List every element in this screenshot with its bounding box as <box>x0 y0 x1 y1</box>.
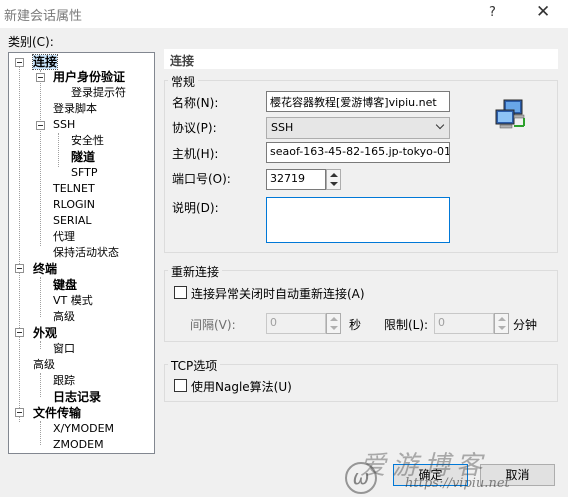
auto-reconnect-label[interactable]: 连接异常关闭时自动重新连接(A) <box>191 285 365 302</box>
tree-line <box>40 70 41 246</box>
tree-item-sftp[interactable]: SFTP <box>71 166 97 180</box>
tree-item-advanced[interactable]: 高级 <box>33 358 55 372</box>
interval-label: 间隔(V): <box>190 318 236 332</box>
tree-line <box>19 62 20 422</box>
name-field[interactable]: 樱花容器教程[爱游博客]vipiu.net <box>266 91 450 112</box>
tree-item-keyboard[interactable]: 键盘 <box>53 278 77 292</box>
port-label: 端口号(O): <box>172 172 231 186</box>
host-field[interactable]: seaof-163-45-82-165.jp-tokyo-01.ar <box>266 142 450 163</box>
collapse-icon[interactable] <box>36 73 45 82</box>
help-button[interactable]: ? <box>489 5 496 20</box>
host-label: 主机(H): <box>172 147 219 161</box>
category-label: 类别(C): <box>8 35 54 49</box>
tree-item-appearance[interactable]: 外观 <box>33 326 57 340</box>
tree-item-keepalive[interactable]: 保持活动状态 <box>53 246 119 260</box>
title-bar: 新建会话属性 ? ✕ <box>0 0 568 28</box>
tree-item-logging[interactable]: 日志记录 <box>53 390 101 404</box>
tree-line <box>40 341 41 349</box>
category-tree[interactable]: 连接 用户身份验证 登录提示符 登录脚本 SSH 安全性 隧道 SFTP TEL… <box>8 52 155 454</box>
nagle-checkbox[interactable] <box>174 379 187 392</box>
limit-field[interactable]: 0 <box>434 313 494 334</box>
interval-field[interactable]: 0 <box>266 313 326 334</box>
tree-item-vt-mode[interactable]: VT 模式 <box>53 294 93 308</box>
close-button[interactable]: ✕ <box>536 2 550 22</box>
tree-item-proxy[interactable]: 代理 <box>53 230 75 244</box>
protocol-label: 协议(P): <box>172 121 217 135</box>
collapse-icon[interactable] <box>15 58 24 67</box>
collapse-icon[interactable] <box>15 328 24 337</box>
tree-item-user-auth[interactable]: 用户身份验证 <box>53 70 125 84</box>
watermark-logo: ω <box>345 462 377 494</box>
collapse-icon[interactable] <box>36 121 45 130</box>
tree-item-xymodem[interactable]: X/YMODEM <box>53 422 114 436</box>
minutes-unit: 分钟 <box>513 318 538 332</box>
tree-item-security[interactable]: 安全性 <box>71 134 104 148</box>
spin-up-icon <box>498 317 506 321</box>
tree-line <box>58 133 59 167</box>
name-label: 名称(N): <box>172 96 219 110</box>
tree-item-login-script[interactable]: 登录脚本 <box>53 102 97 116</box>
collapse-icon[interactable] <box>15 264 24 273</box>
collapse-icon[interactable] <box>15 408 24 417</box>
tree-item-telnet[interactable]: TELNET <box>53 182 95 196</box>
tree-line <box>40 277 41 317</box>
tree-item-login-prompt[interactable]: 登录提示符 <box>71 86 126 100</box>
tree-line <box>40 421 41 445</box>
interval-spinner[interactable] <box>326 313 341 334</box>
port-field[interactable]: 32719 <box>266 169 326 190</box>
seconds-unit: 秒 <box>349 318 362 332</box>
limit-spinner[interactable] <box>494 313 509 334</box>
spin-down-icon <box>330 182 338 186</box>
tree-item-terminal[interactable]: 终端 <box>33 262 57 276</box>
tree-item-zmodem[interactable]: ZMODEM <box>53 438 104 452</box>
tree-item-tunnel[interactable]: 隧道 <box>71 150 95 164</box>
tree-item-window[interactable]: 窗口 <box>53 342 75 356</box>
description-field[interactable] <box>266 197 450 243</box>
network-computers-icon <box>495 99 525 129</box>
general-group-title: 常规 <box>168 73 199 90</box>
spin-up-icon <box>330 317 338 321</box>
tree-item-rlogin[interactable]: RLOGIN <box>53 198 95 212</box>
description-label: 说明(D): <box>172 201 219 215</box>
tree-item-file-transfer[interactable]: 文件传输 <box>33 406 81 420</box>
tree-line <box>40 373 41 397</box>
spin-down-icon <box>330 326 338 330</box>
protocol-select-value: SSH <box>271 121 294 134</box>
tcp-group-title: TCP选项 <box>168 357 221 374</box>
chevron-down-icon <box>435 120 445 130</box>
spin-down-icon <box>498 326 506 330</box>
tree-item-trace[interactable]: 跟踪 <box>53 374 75 388</box>
tree-item-ssh[interactable]: SSH <box>53 118 75 132</box>
panel-header: 连接 <box>164 49 558 69</box>
watermark-url: https://vipiu.net <box>405 476 510 491</box>
window-title: 新建会话属性 <box>4 9 83 24</box>
port-spinner[interactable] <box>326 169 341 190</box>
tree-item-connection[interactable]: 连接 <box>31 54 59 70</box>
auto-reconnect-checkbox[interactable] <box>174 286 187 299</box>
tree-item-terminal-advanced[interactable]: 高级 <box>53 310 75 324</box>
reconnect-group-title: 重新连接 <box>168 263 223 280</box>
spin-up-icon <box>330 173 338 177</box>
nagle-label[interactable]: 使用Nagle算法(U) <box>191 378 292 395</box>
protocol-select[interactable]: SSH <box>266 117 450 139</box>
tree-item-serial[interactable]: SERIAL <box>53 214 91 228</box>
limit-label: 限制(L): <box>384 318 429 332</box>
